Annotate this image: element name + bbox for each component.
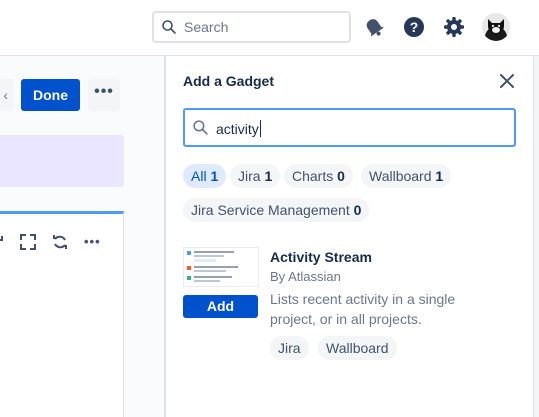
category-count: 0 <box>337 168 345 184</box>
category-label: Jira <box>238 168 261 184</box>
category-chip-charts[interactable]: Charts 0 <box>284 164 353 188</box>
gadget-more-button[interactable]: ••• <box>84 232 106 252</box>
done-button[interactable]: Done <box>21 79 80 111</box>
category-label: All <box>191 168 207 184</box>
gadget-search-input[interactable]: activity <box>183 108 516 147</box>
gadget-tag-wallboard: Wallboard <box>318 336 397 360</box>
search-icon <box>162 20 176 34</box>
category-label: Jira Service Management <box>191 202 350 218</box>
category-count: 1 <box>435 168 444 184</box>
category-label: Charts <box>292 168 334 184</box>
category-count: 1 <box>210 168 219 184</box>
gadget-frame: ••• <box>0 211 124 417</box>
gadget-tag-jira: Jira <box>270 336 309 360</box>
gadget-thumbnail <box>183 247 259 287</box>
gadget-title: Activity Stream <box>270 249 372 265</box>
gadget-author: By Atlassian <box>270 269 341 284</box>
add-gadget-button[interactable]: Add <box>183 295 258 318</box>
search-icon <box>193 120 208 135</box>
refresh-icon[interactable] <box>50 232 70 252</box>
svg-text:?: ? <box>410 19 419 35</box>
notifications-icon[interactable] <box>360 13 388 41</box>
help-icon[interactable]: ? <box>400 13 428 41</box>
page-scrollbar[interactable] <box>533 56 539 417</box>
gadget-search-value: activity <box>216 120 261 137</box>
panel-title: Add a Gadget <box>183 73 275 89</box>
previous-action-button[interactable]: ‹ <box>0 79 14 111</box>
dashboard-area: ‹ Done ••• ••• <box>0 56 165 417</box>
add-gadget-drop-zone <box>0 135 124 187</box>
category-chip-wallboard[interactable]: Wallboard 1 <box>361 164 452 188</box>
more-actions-button[interactable]: ••• <box>88 79 120 111</box>
category-label: Wallboard <box>369 168 432 184</box>
top-navigation: Search ? <box>0 0 539 56</box>
gadget-description: Lists recent activity in a single projec… <box>270 291 456 327</box>
text-cursor <box>259 120 261 137</box>
global-search-input[interactable]: Search <box>152 11 351 43</box>
category-chip-all[interactable]: All 1 <box>183 164 227 188</box>
minimize-icon[interactable] <box>0 232 16 252</box>
category-count: 0 <box>353 202 362 218</box>
settings-icon[interactable] <box>440 13 468 41</box>
category-count: 1 <box>264 168 273 184</box>
avatar[interactable] <box>482 13 510 41</box>
category-chip-jira[interactable]: Jira 1 <box>230 164 281 188</box>
add-gadget-panel: Add a Gadget activity All 1 Jira 1 Chart… <box>166 56 533 417</box>
close-icon[interactable] <box>496 70 518 92</box>
search-placeholder: Search <box>184 19 229 35</box>
fullscreen-icon[interactable] <box>18 232 38 252</box>
category-chip-jira-service-management[interactable]: Jira Service Management 0 <box>183 198 370 222</box>
